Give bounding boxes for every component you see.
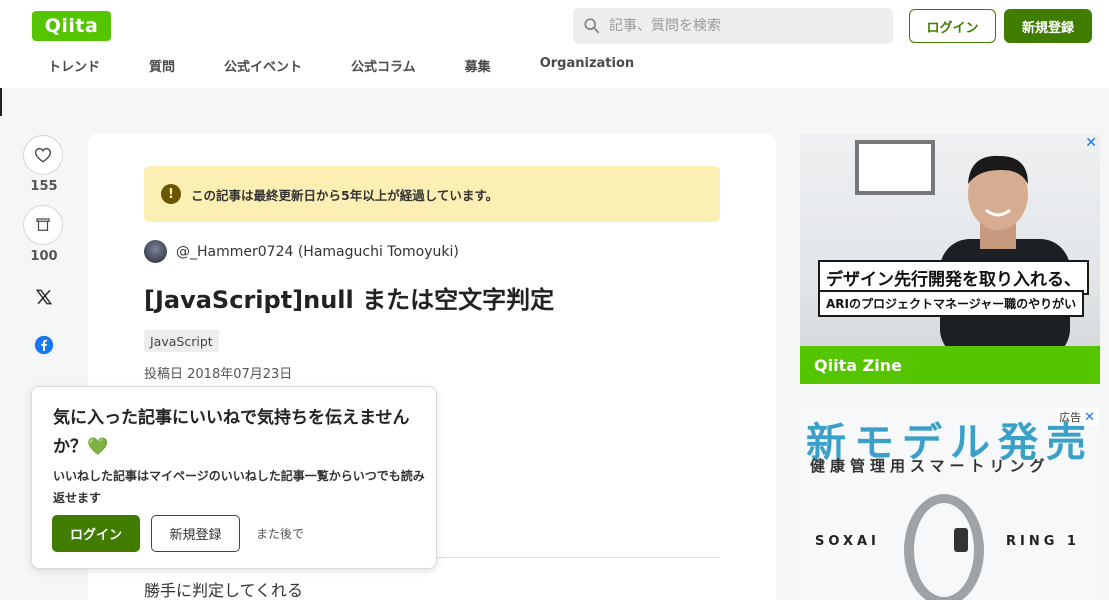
smart-ring-image [904, 494, 984, 600]
posted-date: 投稿日 2018年07月23日 [144, 367, 293, 382]
old-article-notice: ! この記事は最終更新日から5年以上が経過しています。 [144, 166, 720, 222]
search-box[interactable] [573, 8, 893, 44]
ad-qiita-zine[interactable]: デザイン先行開発を取り入れる、 ARIのプロジェクトマネージャー職のやりがい Q… [800, 134, 1100, 384]
header-login-button[interactable]: ログイン [909, 9, 996, 43]
author-info[interactable]: @_Hammer0724 (Hamaguchi Tomoyuki) [144, 240, 459, 263]
qiita-zine-brand: Qiita Zine [800, 346, 1100, 384]
stock-folder-icon [36, 218, 50, 231]
ad-smart-ring[interactable]: 広告 ✕ 新モデル発売 健康管理用スマートリング SOXAI RING 1 [800, 408, 1100, 600]
stock-button[interactable] [23, 205, 63, 245]
popup-login-button[interactable]: ログイン [52, 515, 140, 552]
nav-organization[interactable]: Organization [540, 56, 634, 78]
like-button[interactable] [23, 135, 63, 175]
qiita-logo[interactable]: Qiita [32, 11, 111, 41]
nav-recruitment[interactable]: 募集 [465, 56, 491, 78]
ad-close-icon[interactable]: ✕ [1085, 135, 1097, 151]
facebook-icon [34, 335, 54, 355]
stock-count: 100 [30, 249, 58, 264]
popup-signup-button[interactable]: 新規登録 [151, 515, 240, 552]
author-avatar[interactable] [144, 240, 167, 263]
tag-javascript[interactable]: JavaScript [144, 330, 219, 352]
article-body-text: 勝手に判定してくれる [144, 581, 304, 600]
search-input[interactable] [609, 18, 879, 34]
author-name[interactable]: @_Hammer0724 (Hamaguchi Tomoyuki) [176, 244, 459, 260]
site-header: Qiita ログイン 新規登録 トレンド 質問 公式イベント 公式コラム 募集 … [0, 0, 1109, 88]
nav-official-columns[interactable]: 公式コラム [351, 56, 416, 78]
ad-caption-sub: ARIのプロジェクトマネージャー職のやりがい [818, 290, 1085, 317]
ad-subline: 健康管理用スマートリング [810, 457, 1050, 475]
main-nav: トレンド 質問 公式イベント 公式コラム 募集 Organization [32, 56, 667, 78]
share-sidebar: 155 100 [23, 135, 65, 360]
x-share-button[interactable] [23, 282, 65, 312]
brand-soxai: SOXAI [815, 534, 880, 549]
person-photo [940, 155, 1070, 354]
nav-questions[interactable]: 質問 [149, 56, 175, 78]
search-icon [584, 18, 600, 34]
nav-official-events[interactable]: 公式イベント [224, 56, 302, 78]
popup-later-button[interactable]: また後で [256, 515, 304, 552]
like-prompt-popup: 気に入った記事にいいねで気持ちを伝えませんか？💚 いいねした記事はマイページのい… [31, 386, 437, 569]
text-cursor [0, 88, 2, 116]
popup-description: いいねした記事はマイページのいいねした記事一覧からいつでも読み返せます [53, 469, 425, 505]
facebook-share-button[interactable] [23, 330, 65, 360]
header-signup-button[interactable]: 新規登録 [1004, 9, 1092, 43]
heart-icon [34, 147, 52, 163]
popup-heading: 気に入った記事にいいねで気持ちを伝えませんか？💚 [53, 408, 410, 457]
x-logo-icon [35, 289, 53, 305]
like-count: 155 [30, 179, 58, 194]
article-title: [JavaScript]null または空文字判定 [144, 286, 555, 314]
brand-ring1: RING 1 [1006, 534, 1080, 549]
nav-trend[interactable]: トレンド [48, 56, 100, 78]
notice-text: この記事は最終更新日から5年以上が経過しています。 [191, 187, 499, 203]
info-icon: ! [161, 184, 181, 204]
